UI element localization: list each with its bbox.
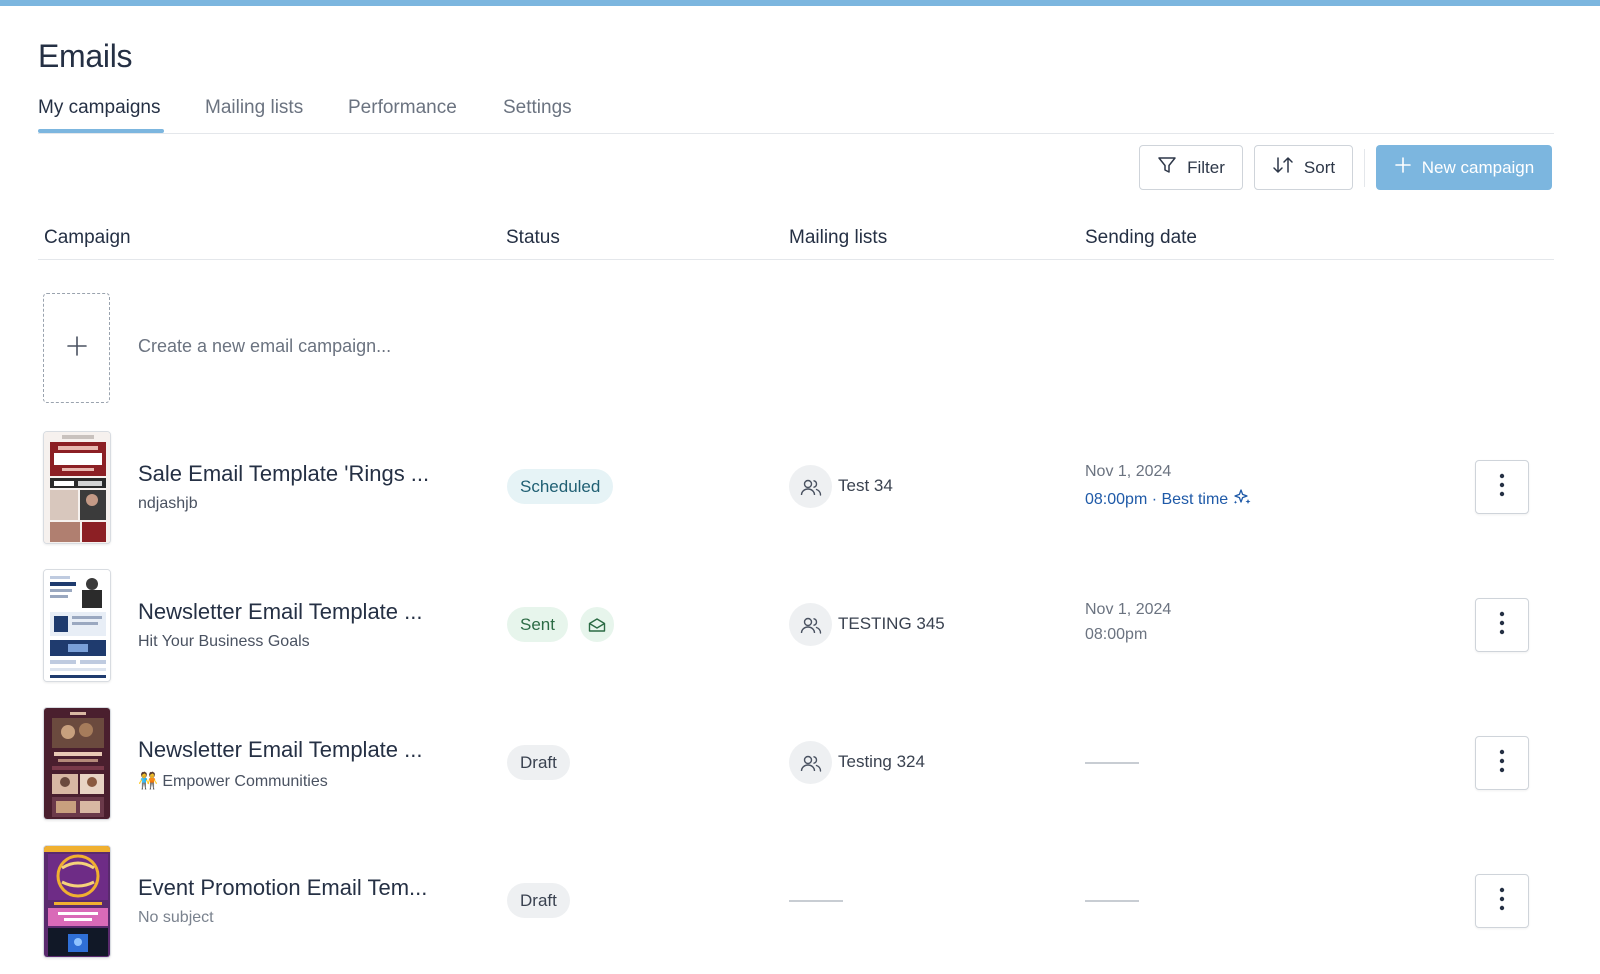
- kebab-menu-icon: [1499, 473, 1505, 502]
- sending-date: Nov 1, 2024: [1085, 463, 1172, 480]
- tab-settings[interactable]: Settings: [503, 97, 572, 119]
- column-header-sending-date: Sending date: [1085, 227, 1197, 248]
- empty-date-placeholder: [1085, 900, 1139, 902]
- create-campaign-prompt[interactable]: Create a new email campaign...: [138, 336, 391, 357]
- filter-button[interactable]: Filter: [1139, 145, 1243, 190]
- valentines-sale-thumbnail: [43, 431, 111, 544]
- business-newsletter-thumbnail: [43, 569, 111, 682]
- mailing-list-icon: [789, 465, 832, 508]
- campaign-title[interactable]: Sale Email Template 'Rings ...: [138, 461, 429, 487]
- new-campaign-button[interactable]: New campaign: [1376, 145, 1552, 190]
- campaign-title[interactable]: Newsletter Email Template ...: [138, 737, 422, 763]
- row-actions-button[interactable]: [1475, 460, 1529, 514]
- sending-time: 08:00pm: [1085, 626, 1148, 643]
- toolbar-divider: [1364, 149, 1365, 187]
- column-header-mailing-lists: Mailing lists: [789, 227, 888, 248]
- tab-bar: My campaigns Mailing lists Performance S…: [38, 92, 1554, 134]
- page-title: Emails: [38, 38, 133, 74]
- sending-time: 08:00pm · Best time: [1085, 488, 1252, 511]
- sparkle-icon: [1232, 488, 1252, 511]
- kebab-menu-icon: [1499, 611, 1505, 640]
- mailing-list-icon: [789, 741, 832, 784]
- status-badge: Scheduled: [507, 469, 614, 504]
- plus-icon: [1394, 156, 1412, 179]
- column-header-campaign: Campaign: [44, 227, 131, 248]
- status-badge: Draft: [507, 745, 570, 780]
- mailing-list-icon: [789, 603, 832, 646]
- campaign-title[interactable]: Newsletter Email Template ...: [138, 599, 422, 625]
- create-campaign-tile[interactable]: [43, 293, 110, 403]
- status-badge: Draft: [507, 883, 570, 918]
- sending-date: Nov 1, 2024: [1085, 601, 1172, 618]
- tab-my-campaigns[interactable]: My campaigns: [38, 97, 161, 119]
- new-campaign-label: New campaign: [1421, 157, 1535, 177]
- table-row[interactable]: Sale Email Template 'Rings ... ndjashjb …: [38, 431, 1554, 545]
- community-newsletter-thumbnail: [43, 707, 111, 820]
- sort-label: Sort: [1303, 157, 1336, 177]
- row-actions-button[interactable]: [1475, 736, 1529, 790]
- empty-mailing-list-placeholder: [789, 900, 843, 902]
- mardi-gras-thumbnail: [43, 845, 111, 958]
- active-tab-indicator: [38, 129, 164, 133]
- filter-label: Filter: [1187, 157, 1225, 177]
- mailing-list-name[interactable]: Testing 324: [838, 752, 925, 772]
- kebab-menu-icon: [1499, 887, 1505, 916]
- plus-icon: [66, 335, 88, 362]
- campaign-subject: Hit Your Business Goals: [138, 633, 310, 650]
- campaign-subject: 🧑‍🤝‍🧑 Empower Communities: [138, 773, 328, 790]
- campaign-subject: No subject: [138, 909, 214, 926]
- column-header-status: Status: [506, 227, 560, 248]
- tab-mailing-lists[interactable]: Mailing lists: [205, 97, 303, 119]
- mailing-list-name[interactable]: Test 34: [838, 476, 893, 496]
- table-row[interactable]: Newsletter Email Template ... Hit Your B…: [38, 569, 1554, 683]
- table-row[interactable]: Event Promotion Email Tem... No subject …: [38, 845, 1554, 959]
- kebab-menu-icon: [1499, 749, 1505, 778]
- table-header: Campaign Status Mailing lists Sending da…: [38, 222, 1554, 260]
- status-badge: Sent: [507, 607, 568, 642]
- row-actions-button[interactable]: [1475, 598, 1529, 652]
- sending-time-label: 08:00pm · Best time: [1085, 490, 1229, 508]
- top-accent-bar: [0, 0, 1600, 6]
- filter-icon: [1157, 155, 1177, 180]
- row-actions-button[interactable]: [1475, 874, 1529, 928]
- table-row[interactable]: Newsletter Email Template ... 🧑‍🤝‍🧑 Empo…: [38, 707, 1554, 821]
- campaign-title[interactable]: Event Promotion Email Tem...: [138, 875, 427, 901]
- campaign-subject: ndjashjb: [138, 495, 198, 512]
- create-campaign-row: Create a new email campaign...: [38, 292, 1554, 404]
- sort-arrows-icon: [1272, 155, 1294, 180]
- tab-performance[interactable]: Performance: [348, 97, 457, 119]
- mailing-list-name[interactable]: TESTING 345: [838, 614, 945, 634]
- email-opened-icon[interactable]: [580, 607, 614, 642]
- sort-button[interactable]: Sort: [1254, 145, 1353, 190]
- empty-date-placeholder: [1085, 762, 1139, 764]
